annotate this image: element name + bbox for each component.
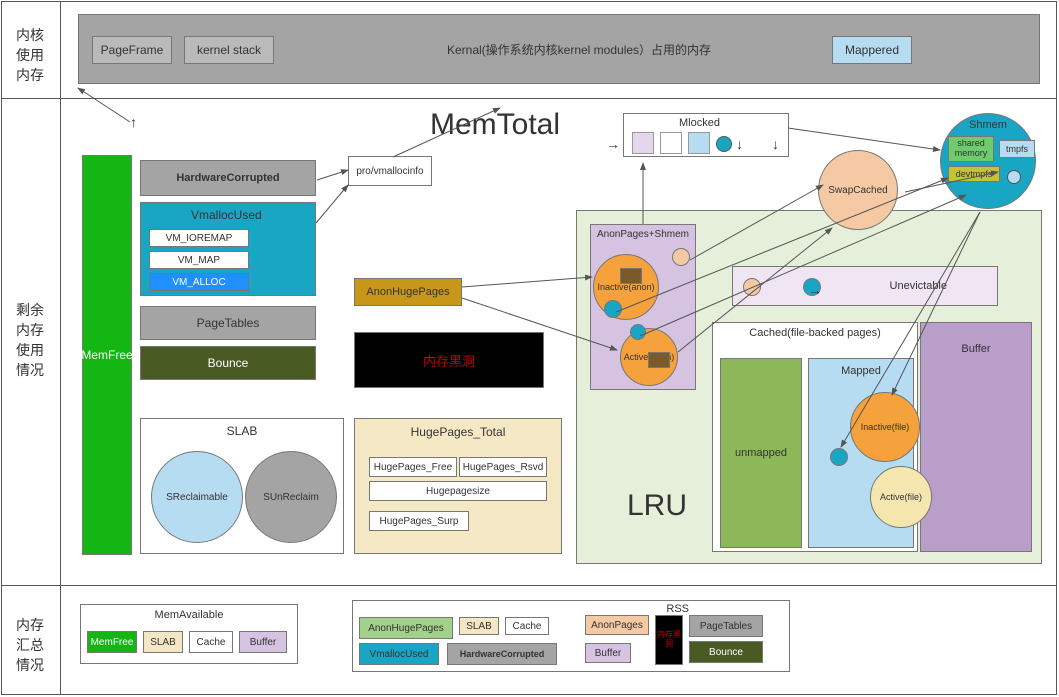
rss-title: RSS xyxy=(666,603,689,615)
mlocked-arrow-in-icon: → xyxy=(606,136,620,152)
mlocked-sq1 xyxy=(632,132,654,154)
anon-dot2 xyxy=(604,300,622,318)
buffer-box: Buffer xyxy=(920,322,1032,552)
mapped-label: Mapped xyxy=(841,365,881,377)
hardwarecorrupted-box: HardwareCorrupted xyxy=(140,160,316,196)
cached-label: Cached(file-backed pages) xyxy=(749,327,880,339)
active-file-circle: Active(file) xyxy=(870,466,932,528)
unevictable-label: Unevictable xyxy=(890,280,947,292)
mlocked-arrow-icon: ↓ xyxy=(736,136,743,152)
shmem-shared: shared memory xyxy=(948,136,994,162)
row1-label: 内核 使用 内存 xyxy=(8,25,52,85)
hugepages-free: HugePages_Free xyxy=(369,457,457,477)
anon-sq2 xyxy=(648,352,670,368)
shmem-tmpfs: tmpfs xyxy=(999,140,1035,158)
anon-dot1 xyxy=(672,248,690,266)
rss-vmalloc: VmallocUsed xyxy=(359,643,439,665)
shmem-circle: Shmem shared memory tmpfs devtmpfs xyxy=(940,113,1036,209)
rss-bounce: Bounce xyxy=(689,641,763,663)
blackhole-box: 内存黑洞 xyxy=(354,332,544,388)
rss-pagetables: PageTables xyxy=(689,615,763,637)
divider-1 xyxy=(1,98,1057,99)
kernel-title: Kernal(操作系统内核kernel modules）占用的内存 xyxy=(399,41,759,58)
swapcached-circle: SwapCached xyxy=(818,150,898,230)
sunreclaim-circle: SUnReclaim xyxy=(245,451,337,543)
vm-ioremap: VM_IOREMAP xyxy=(149,229,249,247)
buffer-label: Buffer xyxy=(961,343,990,355)
memavail-title: MemAvailable xyxy=(155,609,224,621)
lru-title: LRU xyxy=(627,489,687,523)
hugepages-title: HugePages_Total xyxy=(411,425,506,439)
shmem-dot xyxy=(1007,170,1021,184)
mlocked-sq3 xyxy=(688,132,710,154)
pagetables-box: PageTables xyxy=(140,306,316,340)
anon-dot3 xyxy=(630,324,646,340)
rss-cache: Cache xyxy=(505,617,549,635)
file-dot xyxy=(830,448,848,466)
hugepagesize: Hugepagesize xyxy=(369,481,547,501)
bounce-box: Bounce xyxy=(140,346,316,380)
memavail-box: MemAvailable MemFree SLAB Cache Buffer xyxy=(80,604,298,664)
vm-map: VM_MAP xyxy=(149,251,249,269)
up-arrow-icon: ↑ xyxy=(130,114,137,130)
memavail-memfree: MemFree xyxy=(87,631,137,653)
rss-anonhuge: AnonHugePages xyxy=(359,617,453,639)
hugepages-surp: HugePages_Surp xyxy=(369,511,469,531)
sreclaim-circle: SReclaimable xyxy=(151,451,243,543)
inactive-file-circle: Inactive(file) xyxy=(850,392,920,462)
memavail-cache: Cache xyxy=(189,631,233,653)
mlocked-label: Mlocked xyxy=(679,117,720,129)
vm-alloc: VM_ALLOC xyxy=(149,273,249,291)
row3-label: 内存 汇总 情况 xyxy=(8,615,52,675)
hugepages-box: HugePages_Total HugePages_Free HugePages… xyxy=(354,418,562,554)
memavail-slab: SLAB xyxy=(143,631,183,653)
shmem-devtmpfs: devtmpfs xyxy=(948,166,1000,182)
divider-v xyxy=(60,1,61,695)
memtotal-title: MemTotal xyxy=(430,108,560,142)
mlocked-arrow-icon-2: ↓ xyxy=(772,136,779,152)
divider-2 xyxy=(1,585,1057,586)
rss-blackhole: 内存黑洞 xyxy=(655,615,683,665)
inactive-anon-circle: Inactive(anon) xyxy=(593,254,659,320)
rss-box: RSS AnonHugePages SLAB Cache AnonPages V… xyxy=(352,600,790,672)
mlocked-dot xyxy=(716,136,732,152)
memavail-buffer: Buffer xyxy=(239,631,287,653)
mlocked-box: Mlocked ↓ ↓ → xyxy=(623,113,789,157)
unevict-arrow-icon: → xyxy=(808,282,822,298)
row2-label: 剩余 内存 使用 情况 xyxy=(8,300,52,380)
rss-buffer: Buffer xyxy=(585,643,631,663)
rss-anonpages: AnonPages xyxy=(585,615,649,635)
rss-hwcorrupt: HardwareCorrupted xyxy=(447,643,557,665)
rss-slab: SLAB xyxy=(459,617,499,635)
unevict-dot1 xyxy=(743,278,761,296)
unevictable-box: Unevictable xyxy=(732,266,998,306)
unmapped-box: unmapped xyxy=(720,358,802,548)
memfree-box: MemFree xyxy=(82,155,132,555)
mappered-box: Mappered xyxy=(832,36,912,64)
provmallocinfo-box: pro/vmallocinfo xyxy=(348,156,432,186)
anon-sq1 xyxy=(620,268,642,284)
anonhugepages-box: AnonHugePages xyxy=(354,278,462,306)
kernelstack-box: kernel stack xyxy=(184,36,274,64)
vmallocused-box: VmallocUsed VM_IOREMAP VM_MAP VM_ALLOC xyxy=(140,202,316,296)
slab-title: SLAB xyxy=(227,424,258,438)
mlocked-sq2 xyxy=(660,132,682,154)
hugepages-rsvd: HugePages_Rsvd xyxy=(459,457,547,477)
pageframe-box: PageFrame xyxy=(92,36,172,64)
slab-box: SLAB SReclaimable SUnReclaim xyxy=(140,418,344,554)
vmallocused-label: VmallocUsed xyxy=(191,208,262,222)
shmem-title: Shmem xyxy=(969,119,1007,131)
anonpages-shmem-label: AnonPages+Shmem xyxy=(591,229,695,240)
